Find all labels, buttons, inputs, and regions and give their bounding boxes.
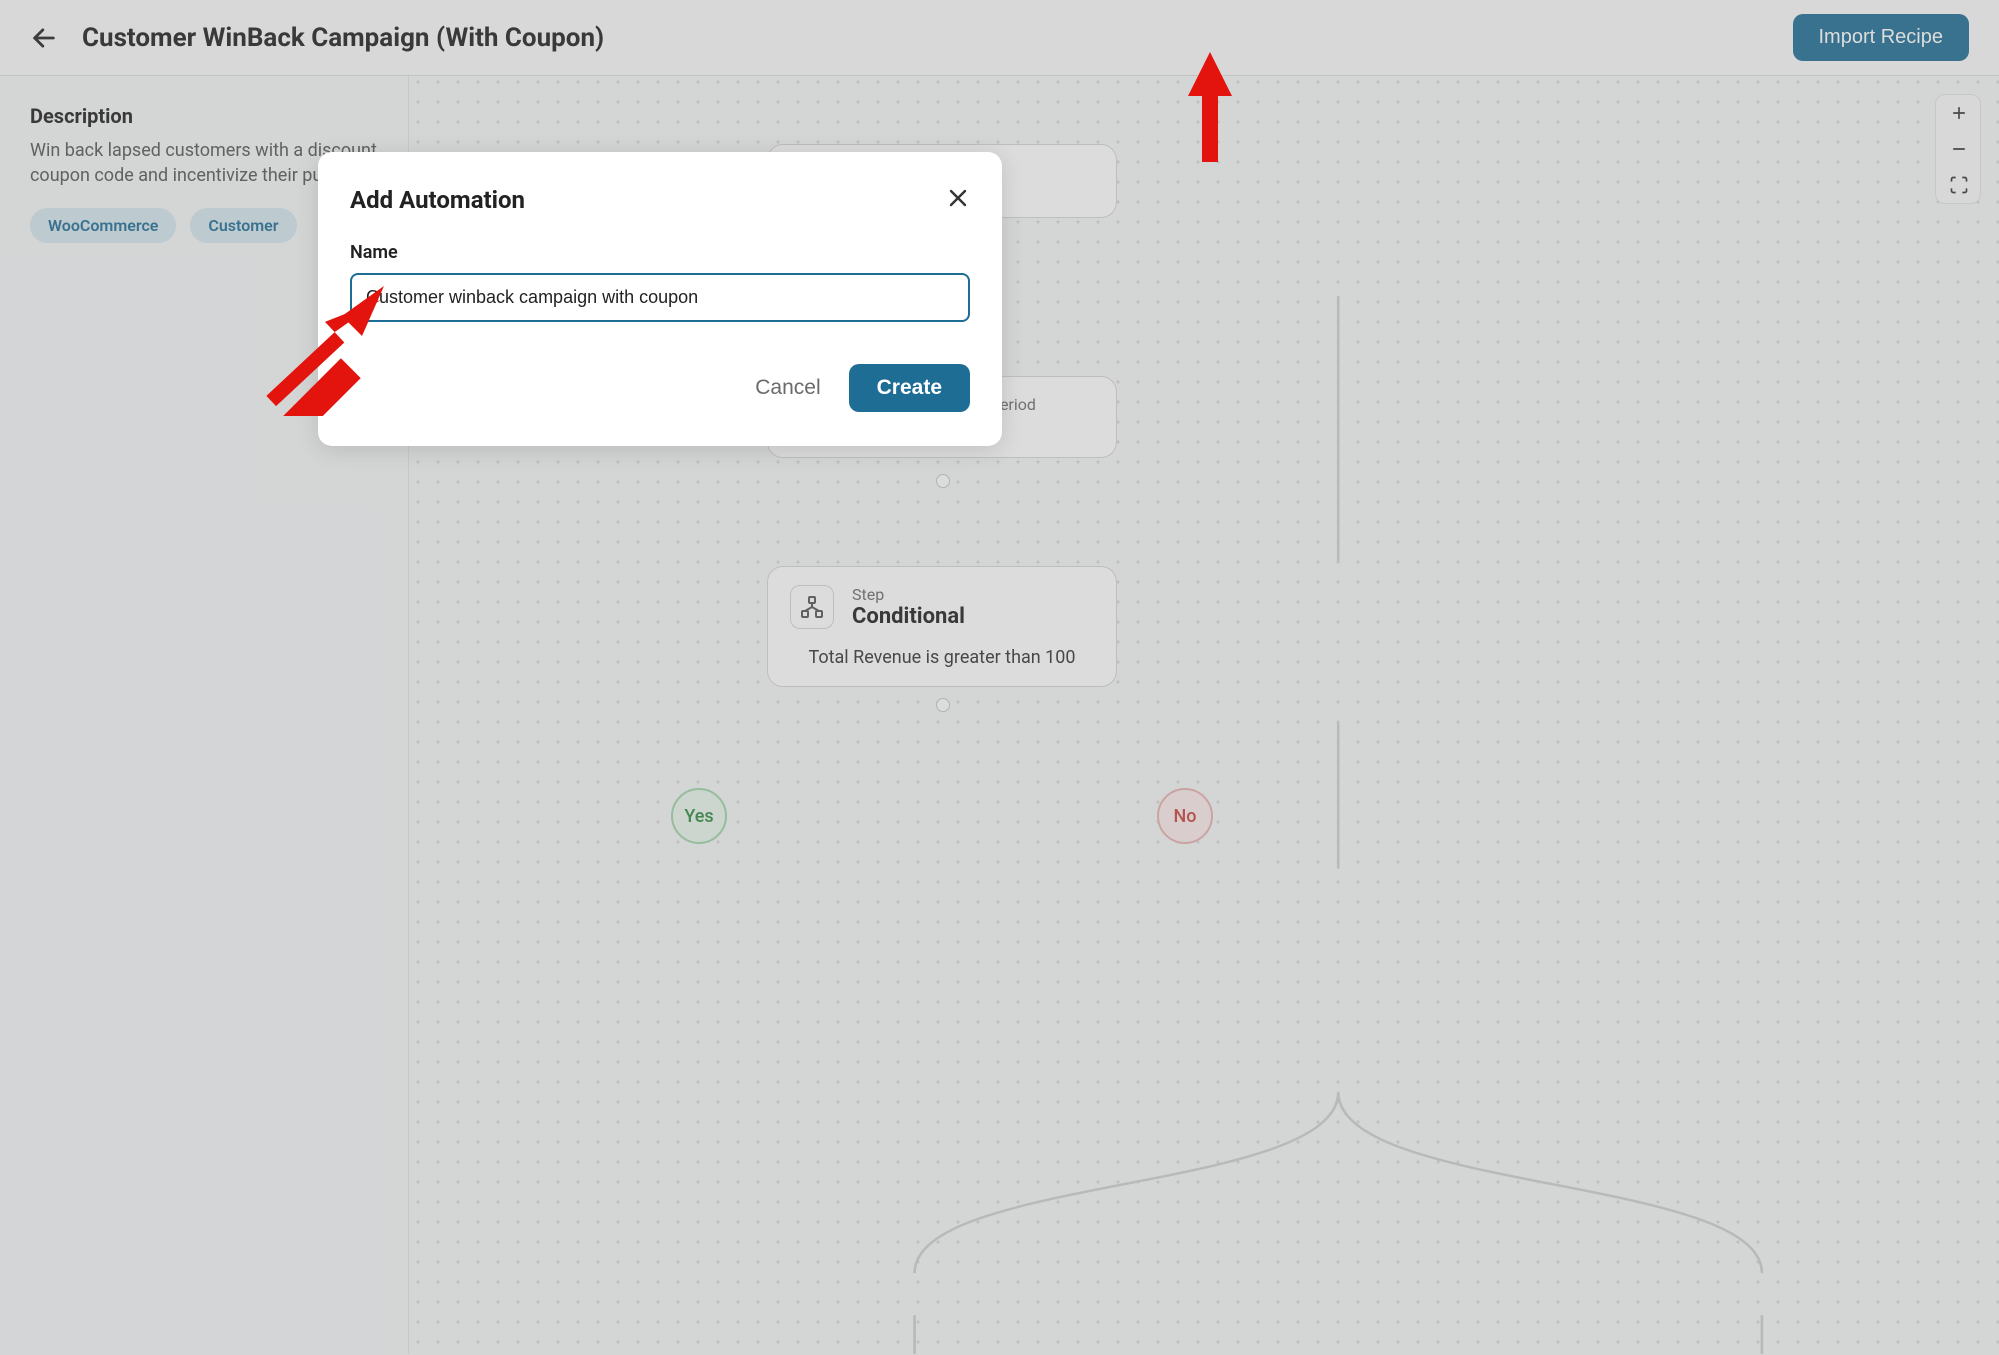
add-automation-modal: Add Automation Name Cancel Create <box>318 152 1002 446</box>
annotation-arrow-icon <box>1170 52 1250 162</box>
close-icon[interactable] <box>946 186 970 214</box>
name-field-label: Name <box>350 242 970 263</box>
cancel-button[interactable]: Cancel <box>755 376 820 400</box>
modal-overlay[interactable]: Add Automation Name Cancel Create <box>0 0 1999 1355</box>
create-button[interactable]: Create <box>849 364 970 412</box>
modal-title: Add Automation <box>350 186 525 214</box>
annotation-arrow-icon <box>264 286 394 416</box>
automation-name-input[interactable] <box>350 273 970 322</box>
